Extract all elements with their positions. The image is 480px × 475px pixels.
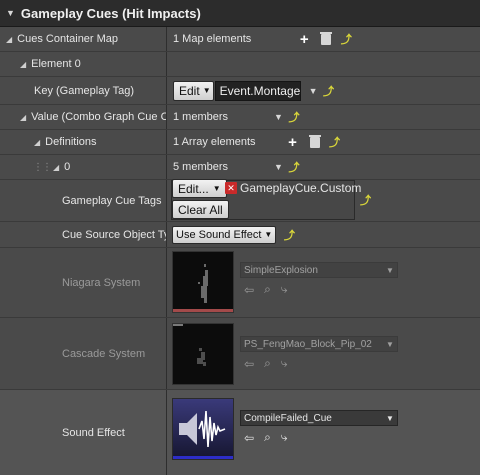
row-cues-container-map: ◢ Cues Container Map 1 Map elements + ⤴	[0, 27, 480, 52]
asset-thumbnail[interactable]	[172, 251, 234, 313]
row-definitions: ◢ Definitions 1 Array elements + ⤴	[0, 130, 480, 155]
expand-triangle-icon[interactable]: ◢	[34, 138, 40, 147]
collapse-triangle-icon[interactable]: ▼	[6, 8, 15, 18]
reset-to-default-icon[interactable]: ⤴	[360, 192, 371, 208]
edit-tags-button[interactable]: Edit... ▼	[172, 179, 227, 198]
remove-tag-icon[interactable]: ✕	[225, 182, 237, 194]
use-selected-icon[interactable]: ⇦	[244, 431, 254, 445]
tag-label: GameplayCue.Custom	[240, 181, 362, 195]
expand-triangle-icon[interactable]: ◢	[6, 35, 12, 44]
add-element-icon[interactable]: +	[286, 134, 300, 151]
asset-name: CompileFailed_Cue	[244, 412, 332, 424]
browse-icon[interactable]: ⌕	[264, 282, 271, 297]
particle-preview-icon	[197, 348, 206, 366]
trash-icon[interactable]	[308, 134, 322, 149]
chevron-down-icon: ▼	[264, 230, 273, 239]
reset-to-default-icon[interactable]: ⤴	[328, 135, 342, 149]
edit-label: Edit	[179, 83, 200, 98]
property-label: Value (Combo Graph Cue Cont	[31, 111, 166, 123]
members-count: 1 members	[173, 111, 229, 123]
reset-asset-icon[interactable]: ⤷	[281, 356, 288, 371]
category-header[interactable]: ▼ Gameplay Cues (Hit Impacts)	[0, 0, 480, 27]
asset-combo[interactable]: CompileFailed_Cue ▼	[240, 410, 398, 426]
reset-to-default-icon[interactable]: ⤴	[339, 32, 353, 46]
drag-handle-icon[interactable]: ⋮⋮	[33, 162, 52, 173]
particle-preview-icon	[198, 264, 208, 303]
reset-to-default-icon[interactable]: ⤴	[287, 160, 301, 174]
asset-name: PS_FengMao_Block_Pip_02	[244, 338, 372, 350]
property-label: Cue Source Object Type	[62, 228, 166, 241]
use-selected-icon[interactable]: ⇦	[244, 283, 254, 297]
chevron-down-icon: ▼	[386, 339, 394, 349]
asset-thumbnail[interactable]	[172, 323, 234, 385]
asset-name: SimpleExplosion	[244, 264, 318, 276]
edit-tag-button[interactable]: Edit ▼	[173, 80, 214, 101]
gameplay-tag-value: Event.Montage	[214, 80, 301, 101]
row-index-0: ⋮⋮ ◢ 0 5 members ▼ ⤴	[0, 155, 480, 180]
reset-to-default-icon[interactable]: ⤴	[287, 110, 301, 124]
property-label: Cascade System	[62, 347, 146, 360]
property-label: Sound Effect	[62, 426, 125, 439]
members-count: 5 members	[173, 161, 229, 173]
row-element-0: ◢ Element 0	[0, 52, 480, 77]
cue-source-combo[interactable]: Use Sound Effect ▼	[172, 225, 277, 244]
edit-label: Edit...	[178, 181, 209, 196]
browse-icon[interactable]: ⌕	[264, 430, 271, 445]
add-element-icon[interactable]: +	[297, 31, 311, 48]
chevron-down-icon: ▼	[202, 86, 211, 95]
chevron-down-icon[interactable]: ▼	[309, 86, 318, 96]
chevron-down-icon: ▼	[386, 265, 394, 275]
property-label: Element 0	[31, 58, 81, 70]
row-cue-source-object-type: Cue Source Object Type Use Sound Effect …	[0, 222, 480, 248]
combo-value: Use Sound Effect	[176, 228, 262, 241]
array-count: 1 Array elements	[173, 136, 256, 148]
row-sound-effect: Sound Effect CompileFailed_Cue ▼ ⇦ ⌕ ⤷	[0, 390, 480, 475]
chevron-down-icon: ▼	[212, 184, 221, 193]
clear-all-button[interactable]: Clear All	[172, 200, 229, 219]
property-label: Gameplay Cue Tags	[62, 194, 162, 207]
property-label: 0	[64, 161, 71, 173]
property-label: Niagara System	[62, 276, 141, 289]
expand-triangle-icon[interactable]: ◢	[20, 60, 26, 69]
reset-asset-icon[interactable]: ⤷	[281, 430, 288, 445]
map-count: 1 Map elements	[173, 33, 252, 45]
asset-combo[interactable]: PS_FengMao_Block_Pip_02 ▼	[240, 336, 398, 352]
use-selected-icon[interactable]: ⇦	[244, 357, 254, 371]
chevron-down-icon[interactable]: ▼	[274, 162, 283, 172]
browse-icon[interactable]: ⌕	[264, 356, 271, 371]
category-title: Gameplay Cues (Hit Impacts)	[20, 5, 201, 21]
trash-icon[interactable]	[319, 31, 333, 46]
property-label: Cues Container Map	[17, 33, 119, 45]
asset-type-bar	[173, 309, 233, 312]
row-value: ◢ Value (Combo Graph Cue Cont 1 members …	[0, 105, 480, 130]
row-niagara-system: Niagara System SimpleExplosion ▼ ⇦ ⌕ ⤷	[0, 248, 480, 318]
expand-triangle-icon[interactable]: ◢	[53, 163, 59, 172]
chevron-down-icon[interactable]: ▼	[274, 112, 283, 122]
property-label: Definitions	[45, 136, 97, 148]
row-gameplay-cue-tags: Gameplay Cue Tags Edit... ▼ ✕ GameplayCu…	[0, 179, 480, 222]
row-key: Key (Gameplay Tag) Edit ▼ Event.Montage …	[0, 77, 480, 105]
sound-wave-icon	[173, 399, 233, 459]
asset-type-bar	[173, 456, 233, 459]
reset-to-default-icon[interactable]: ⤴	[322, 84, 336, 98]
chevron-down-icon: ▼	[386, 413, 394, 423]
property-label: Key (Gameplay Tag)	[34, 84, 135, 97]
expand-triangle-icon[interactable]: ◢	[20, 113, 26, 122]
asset-thumbnail[interactable]	[172, 398, 234, 460]
asset-type-bar	[173, 324, 183, 326]
asset-combo[interactable]: SimpleExplosion ▼	[240, 262, 398, 278]
reset-asset-icon[interactable]: ⤷	[281, 282, 288, 297]
reset-to-default-icon[interactable]: ⤴	[282, 228, 296, 242]
row-cascade-system: Cascade System PS_FengMao_Block_Pip_02 ▼…	[0, 318, 480, 390]
